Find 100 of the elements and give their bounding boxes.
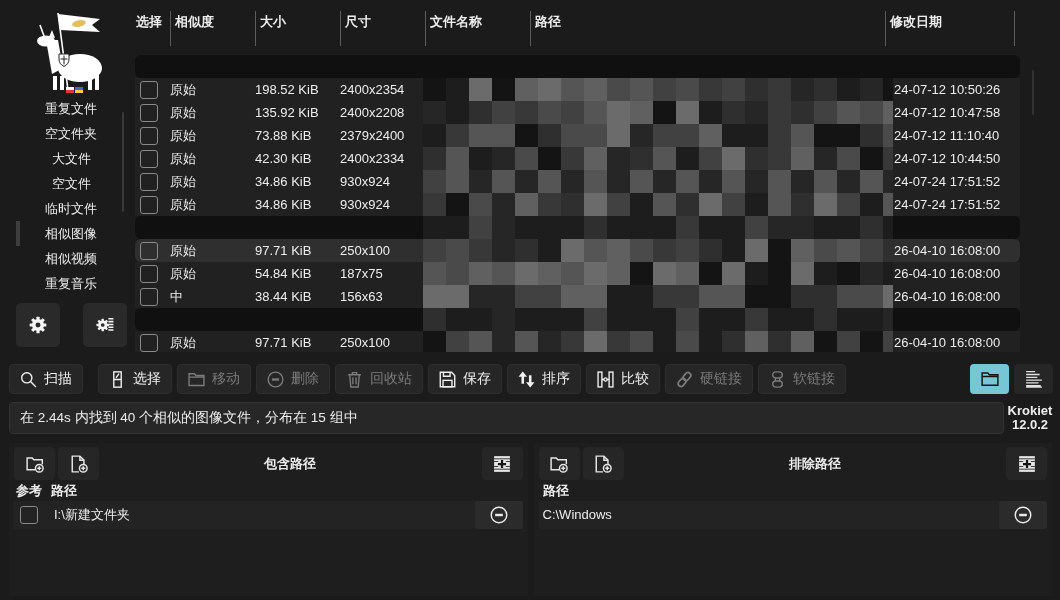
table-row[interactable]: 原始 97.71 KiB 250x100 26-04-10 16:08:00 (135, 239, 1020, 262)
file-plus-icon (69, 454, 88, 473)
similarity-text: 原始 (170, 127, 196, 143)
similarity-text: 原始 (170, 265, 196, 281)
row-checkbox[interactable] (140, 149, 158, 168)
file-size-text: 38.44 KiB (255, 288, 312, 304)
column-header[interactable]: 路径 (530, 11, 885, 46)
add-paths-button[interactable] (1006, 447, 1047, 480)
modified-date-text: 24-07-12 11:10:40 (894, 127, 1000, 143)
column-header[interactable]: 相似度 (170, 11, 255, 46)
similarity-text: 原始 (170, 334, 196, 350)
table-row[interactable]: 原始 198.52 KiB 2400x2354 24-07-12 10:50:26 (135, 78, 1020, 101)
sidebar-item[interactable]: 重复音乐 (16, 271, 122, 296)
table-row[interactable]: 原始 34.86 KiB 930x924 24-07-24 17:51:52 (135, 170, 1020, 193)
add-file-button[interactable] (58, 447, 99, 480)
path-text: C:\Windows (542, 506, 613, 525)
settings-icon (29, 316, 47, 334)
row-checkbox[interactable] (140, 172, 158, 191)
column-label: 路径 (542, 481, 569, 500)
table-row[interactable]: 原始 34.86 KiB 930x924 24-07-24 17:51:52 (135, 193, 1020, 216)
minus-circle-icon (267, 370, 284, 388)
file-size-text: 97.71 KiB (255, 242, 312, 258)
similarity-text: 原始 (170, 104, 196, 120)
toolbar-button[interactable]: 排序 (507, 364, 581, 394)
modified-date-text: 24-07-12 10:44:50 (894, 150, 1001, 166)
file-size-text: 54.84 KiB (255, 265, 312, 281)
column-header[interactable]: 尺寸 (340, 11, 425, 46)
options-button[interactable] (83, 303, 127, 347)
row-checkbox[interactable] (140, 287, 158, 306)
sidebar-item[interactable]: 重复文件 (16, 96, 122, 121)
dimensions-text: 930x924 (340, 196, 390, 212)
add-folder-button[interactable] (14, 447, 55, 480)
dimensions-text: 2400x2354 (340, 81, 405, 97)
remove-path-button[interactable] (999, 501, 1047, 529)
table-row[interactable]: 原始 54.84 KiB 187x75 26-04-10 16:08:00 (135, 262, 1020, 285)
modified-date-text: 24-07-24 17:51:52 (894, 173, 1001, 189)
sidebar-item[interactable]: 空文件 (16, 171, 122, 196)
similarity-text: 原始 (170, 150, 196, 166)
add-file-button[interactable] (582, 447, 624, 480)
column-header[interactable]: 文件名称 (425, 11, 530, 46)
table-row[interactable]: 中 38.44 KiB 156x63 26-04-10 16:08:00 (135, 285, 1020, 308)
search-icon (20, 370, 37, 388)
dimensions-text: 156x63 (340, 288, 383, 304)
file-size-text: 34.86 KiB (255, 196, 312, 212)
column-header[interactable]: 大小 (255, 11, 340, 46)
modified-date-text: 24-07-24 17:51:52 (894, 196, 1001, 212)
chain-link-icon (676, 370, 693, 388)
reference-checkbox[interactable] (20, 506, 38, 524)
row-checkbox[interactable] (140, 241, 158, 260)
sidebar-item[interactable]: 大文件 (16, 146, 122, 171)
file-size-text: 34.86 KiB (255, 173, 312, 189)
folder-icon (188, 370, 205, 388)
file-size-text: 73.88 KiB (255, 127, 312, 143)
row-checkbox[interactable] (140, 126, 158, 145)
row-checkbox[interactable] (140, 103, 158, 122)
brackets-dot-icon (597, 370, 614, 388)
panel-title: 排除路径 (787, 454, 842, 473)
sidebar-item[interactable]: 相似视频 (16, 246, 122, 271)
table-row[interactable]: 原始 42.30 KiB 2400x2334 24-07-12 10:44:50 (135, 147, 1020, 170)
column-header[interactable]: 选择 (135, 11, 170, 46)
text-lines-icon (1024, 370, 1043, 388)
table-row[interactable]: 原始 97.71 KiB 250x100 26-04-10 16:08:00 (135, 331, 1020, 352)
modified-date-text: 26-04-10 16:08:00 (894, 265, 1001, 281)
status-message: 在 2.44s 内找到 40 个相似的图像文件，分布在 15 组中 (9, 402, 1004, 434)
row-checkbox[interactable] (140, 333, 158, 352)
row-checkbox[interactable] (140, 80, 158, 99)
sidebar-item[interactable]: 临时文件 (16, 196, 122, 221)
toolbar-button[interactable]: 保存 (428, 364, 502, 394)
modified-date-text: 24-07-12 10:47:58 (894, 104, 1001, 120)
table-row[interactable]: 原始 73.88 KiB 2379x2400 24-07-12 11:10:40 (135, 124, 1020, 147)
row-checkbox[interactable] (140, 264, 158, 283)
toolbar-button[interactable]: 扫描 (9, 364, 83, 394)
view-toggle[interactable] (1014, 364, 1053, 394)
file-size-text: 135.92 KiB (255, 104, 319, 120)
similarity-text: 原始 (170, 173, 196, 189)
view-toggle[interactable] (970, 364, 1009, 394)
add-paths-button[interactable] (481, 447, 523, 480)
folder-icon (980, 370, 999, 388)
add-folder-button[interactable] (538, 447, 580, 480)
table-row[interactable]: 原始 135.92 KiB 2400x2208 24-07-12 10:47:58 (135, 101, 1020, 124)
similarity-text: 原始 (170, 81, 196, 97)
two-rings-icon (769, 370, 786, 388)
minus-circle-icon (1014, 506, 1032, 524)
row-checkbox[interactable] (140, 195, 158, 214)
toolbar-button[interactable]: 比较 (586, 364, 660, 394)
column-label: 路径 (51, 481, 77, 500)
up-down-arrows-icon (518, 370, 535, 388)
file-plus-icon (594, 454, 612, 473)
settings-button[interactable] (16, 303, 60, 347)
sidebar-item[interactable]: 空文件夹 (16, 121, 122, 146)
similarity-text: 原始 (170, 196, 196, 212)
dimensions-text: 930x924 (340, 173, 390, 189)
dimensions-text: 250x100 (340, 242, 390, 258)
sidebar-item[interactable]: 相似图像 (16, 221, 122, 246)
toolbar-button[interactable]: 选择 (98, 364, 172, 394)
gear-list-icon (96, 316, 114, 334)
column-header[interactable]: 修改日期 (885, 11, 1015, 46)
plus-list-icon (1017, 454, 1036, 473)
similarity-text: 原始 (170, 242, 196, 258)
remove-path-button[interactable] (474, 501, 523, 529)
